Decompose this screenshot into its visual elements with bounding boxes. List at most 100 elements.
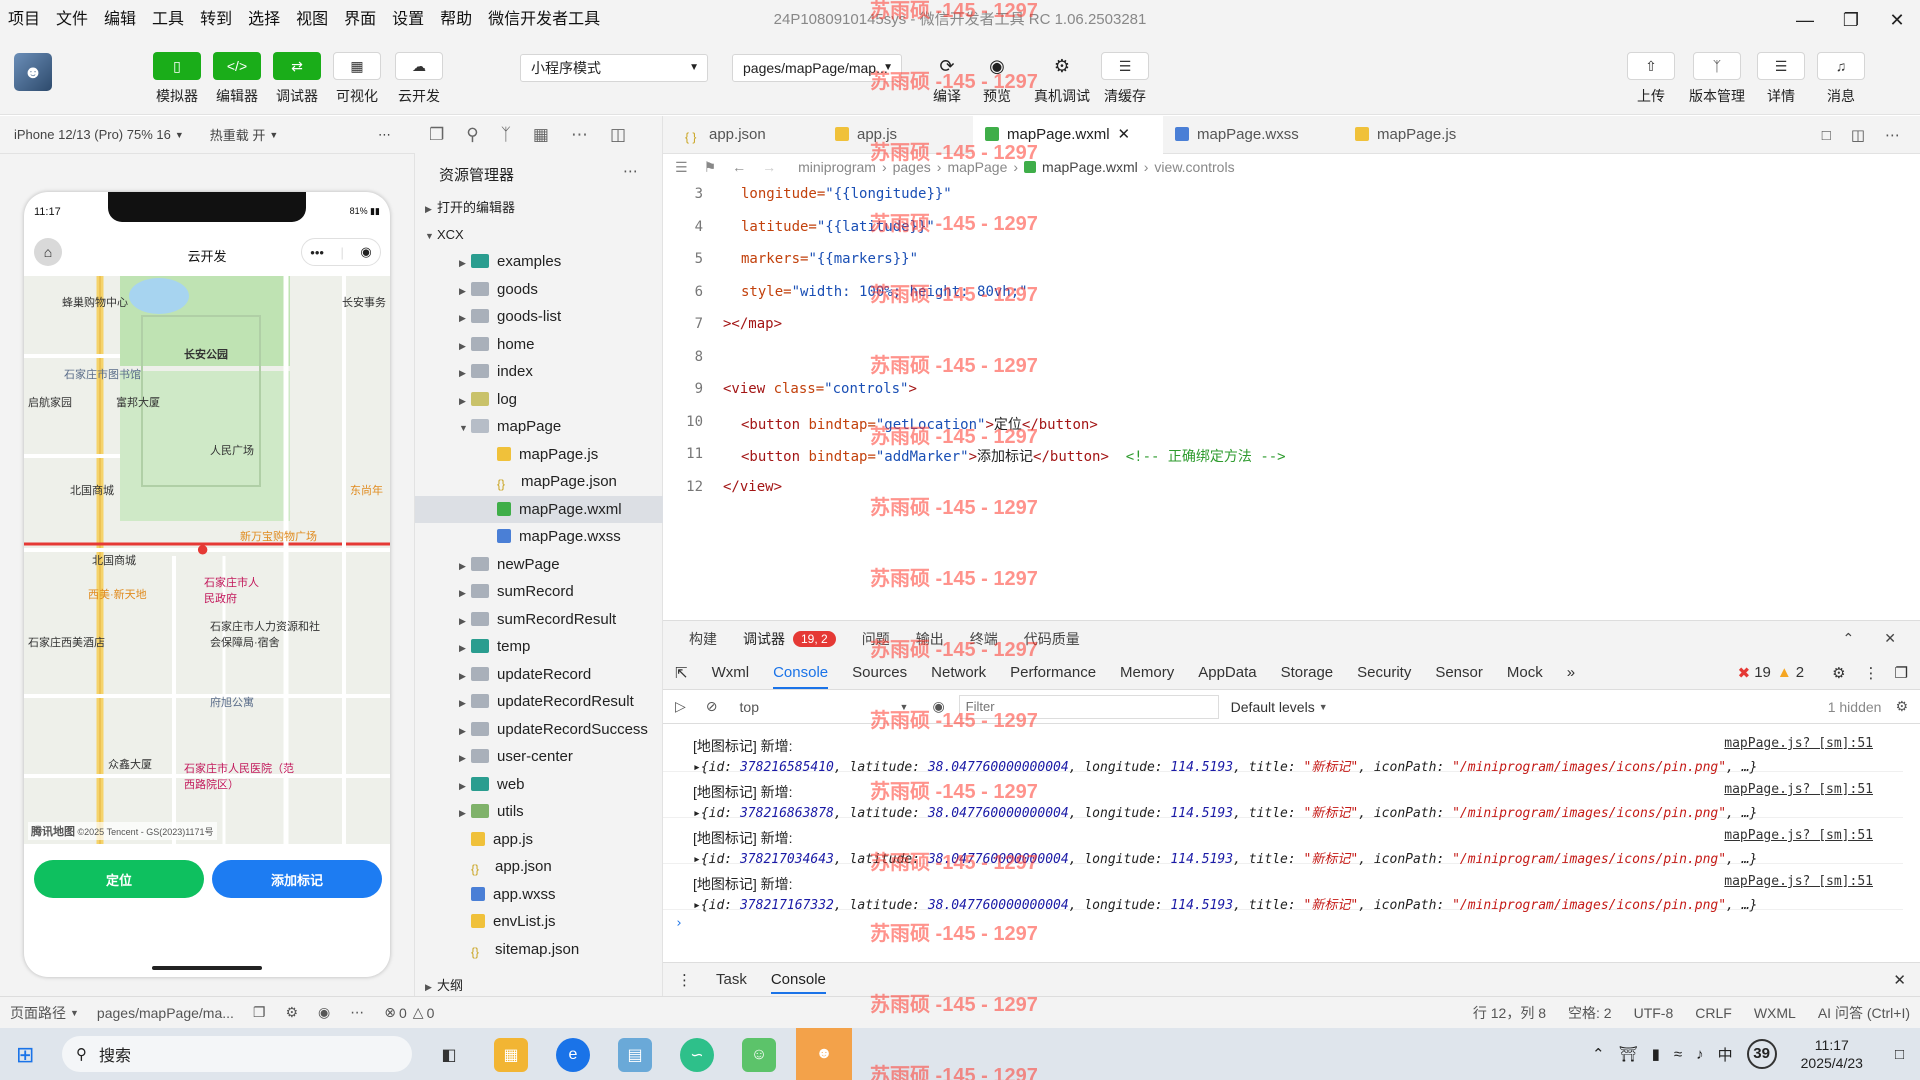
status-warnings[interactable]: 0 [427,1005,435,1021]
eye-icon[interactable]: ◉ [932,698,944,715]
root-folder[interactable]: ▼ XCX [415,221,663,248]
search-icon[interactable]: ⚲ [466,125,478,145]
more-icon[interactable]: ⋯ [1885,126,1900,144]
edge-browser-icon[interactable]: e [556,1038,590,1072]
tab-security[interactable]: Security [1357,664,1411,681]
menu-project[interactable]: 项目 [0,0,48,40]
open-editors-section[interactable]: ▶ 打开的编辑器 [415,194,663,221]
breadcrumb-item[interactable]: mapPage [947,159,1007,175]
extensions-icon[interactable]: ▦ [533,125,549,145]
map-view[interactable]: 蜂巢购物中心 长安公园 石家庄市图书馆 启航家园 富邦大厦 人民广场 北国商城 … [24,276,390,844]
copy-icon[interactable]: ❐ [253,1004,266,1021]
tab-debugger[interactable]: 调试器 [743,629,785,649]
more-vertical-icon[interactable]: ⋮ [1864,664,1879,682]
eye-icon[interactable]: ◉ [318,1004,330,1021]
more-icon[interactable]: ⋯ [378,127,391,143]
line-ending[interactable]: CRLF [1695,1005,1732,1021]
tab-sources[interactable]: Sources [852,664,907,681]
dock-icon[interactable]: ❐ [1895,664,1908,682]
file-tree-item[interactable]: app.wxss [415,881,663,908]
close-icon[interactable]: ✕ [1118,126,1131,143]
more-icon[interactable]: ⋯ [571,125,588,145]
close-icon[interactable]: ✕ [1874,0,1920,40]
console-filter-input[interactable] [958,694,1219,719]
menu-goto[interactable]: 转到 [192,0,240,40]
tab-terminal[interactable]: 终端 [970,629,998,649]
capsule-menu[interactable]: ••• | ◉ [301,238,381,266]
battery-icon[interactable]: ▮ [1652,1045,1660,1063]
log-source-link[interactable]: mapPage.js? [sm]:51 [1724,874,1873,889]
file-tree-item[interactable]: ▶ index [415,358,663,385]
inspect-icon[interactable]: ⇱ [675,664,688,682]
volume-icon[interactable]: ♪ [1696,1046,1704,1063]
ime-indicator[interactable]: 中 [1718,1044,1733,1065]
log-source-link[interactable]: mapPage.js? [sm]:51 [1724,828,1873,843]
upload-button[interactable]: ⇧ 上传 [1622,52,1680,106]
breadcrumb-item[interactable]: miniprogram [798,159,876,175]
tab-problems[interactable]: 问题 [862,629,890,649]
tab-output[interactable]: 输出 [916,629,944,649]
app-icon[interactable]: ▤ [618,1038,652,1072]
editor-button[interactable]: </> 编辑器 [208,52,266,106]
file-tree-item[interactable]: ▶ log [415,386,663,413]
more-icon[interactable]: ⋯ [623,162,638,180]
file-tree-item[interactable]: ▶ newPage [415,551,663,578]
windows-start-icon[interactable]: ⊞ [16,1042,34,1068]
language-mode[interactable]: WXML [1754,1005,1796,1021]
console-prompt-icon[interactable]: › [675,916,683,931]
ai-assistant[interactable]: AI 问答 (Ctrl+I) [1818,1003,1910,1023]
simulator-button[interactable]: ▯ 模拟器 [148,52,206,106]
cloud-button[interactable]: ☁ 云开发 [390,52,448,106]
maximize-icon[interactable]: ❐ [1828,0,1874,40]
tab-app-js[interactable]: app.js [823,116,973,154]
tab-console[interactable]: Console [773,664,829,689]
files-icon[interactable]: ❐ [429,125,444,145]
mode-select[interactable]: 小程序模式 ▼ [520,54,708,82]
more-icon[interactable]: ⋯ [350,1004,364,1021]
file-tree-item[interactable]: envList.js [415,908,663,935]
breadcrumb-item[interactable]: view.controls [1154,159,1234,175]
more-tabs-icon[interactable]: » [1567,664,1575,681]
file-tree-item[interactable]: ▶ updateRecordResult [415,688,663,715]
tab-code-quality[interactable]: 代码质量 [1024,629,1080,649]
git-icon[interactable]: ᛉ [501,125,511,145]
menu-view[interactable]: 视图 [288,0,336,40]
chevron-up-icon[interactable]: ⌃ [1843,630,1855,647]
notification-badge[interactable]: 39 [1746,1039,1777,1069]
preview-button[interactable]: ◉ 预览 [968,52,1026,106]
tab-build[interactable]: 构建 [689,629,717,649]
locate-button[interactable]: 定位 [34,860,204,898]
tab-wxml[interactable]: Wxml [712,664,750,681]
tab-mappage-wxml[interactable]: mapPage.wxml ✕ [973,116,1163,154]
cursor-position[interactable]: 行 12，列 8 [1473,1003,1546,1023]
tab-mappage-js[interactable]: mapPage.js [1343,116,1513,154]
indent-setting[interactable]: 空格: 2 [1568,1003,1612,1023]
list-icon[interactable]: ☰ [675,159,688,176]
shield-icon[interactable]: ⛩ [1619,1045,1638,1063]
tab-storage[interactable]: Storage [1281,664,1334,681]
console-log-entry[interactable]: [地图标记] 新增: mapPage.js? [sm]:51 ▸{id: 37821… [663,864,1903,913]
breadcrumb-item[interactable]: pages [893,159,931,175]
map-marker-icon[interactable]: ● [196,536,209,562]
split-editor-icon[interactable]: ◫ [1851,126,1865,144]
menu-settings[interactable]: 设置 [384,0,432,40]
file-tree-item[interactable]: ▶ goods [415,276,663,303]
more-dots-icon[interactable]: ••• [310,245,324,260]
gear-icon[interactable]: ⚙ [1895,698,1908,715]
device-select[interactable]: iPhone 12/13 (Pro) 75% 16 [14,127,171,142]
wifi-icon[interactable]: ≈ [1674,1046,1682,1063]
forward-arrow-icon[interactable]: → [762,159,776,175]
messages-button[interactable]: ♫ 消息 [1812,52,1870,106]
wechat-app-icon[interactable]: ☺ [742,1038,776,1072]
page-select[interactable]: pages/mapPage/map... ▼ [732,54,902,82]
debugger-button[interactable]: ⇄ 调试器 [268,52,326,106]
file-tree-item[interactable]: ▶ examples [415,248,663,275]
wechat-icon[interactable]: ☻ [796,1028,852,1080]
file-explorer-icon[interactable]: ▦ [494,1038,528,1072]
tab-app-json[interactable]: { } app.json [673,116,823,154]
file-tree-item[interactable]: mapPage.wxss [415,523,663,550]
file-tree-item[interactable]: ▶ temp [415,633,663,660]
split-icon[interactable]: ◫ [610,125,626,145]
file-tree-item[interactable]: mapPage.js [415,441,663,468]
menu-file[interactable]: 文件 [48,0,96,40]
